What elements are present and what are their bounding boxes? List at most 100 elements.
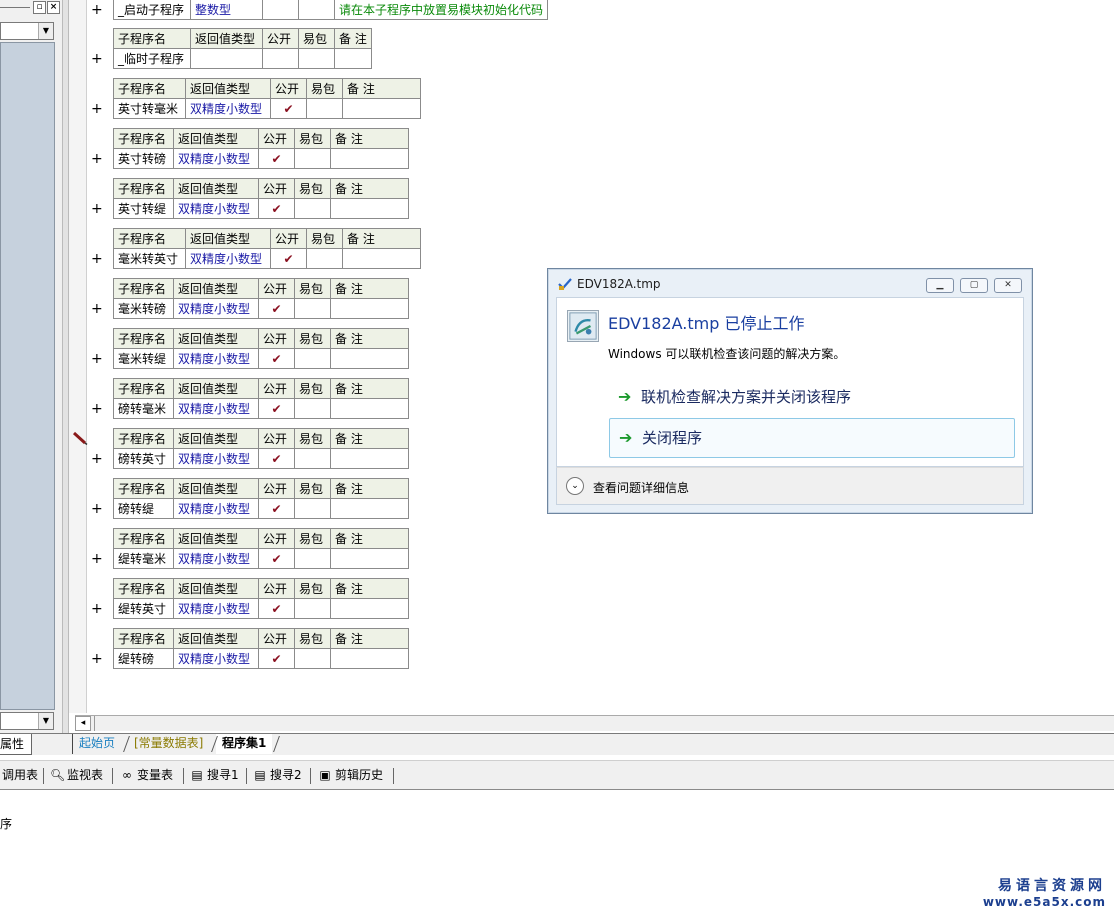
chevron-down-icon[interactable]: ▼ <box>38 23 53 39</box>
expand-icon[interactable]: + <box>91 652 103 666</box>
cell-pack[interactable] <box>294 648 331 669</box>
expand-icon[interactable]: + <box>91 252 103 266</box>
cell-note[interactable] <box>342 248 421 269</box>
cell-public[interactable]: ✔ <box>258 548 295 569</box>
cell-public[interactable]: ✔ <box>270 98 307 119</box>
cell-public[interactable]: ✔ <box>258 348 295 369</box>
cell-name[interactable]: 英寸转毫米 <box>113 98 186 119</box>
cell-name[interactable]: 缇转磅 <box>113 648 174 669</box>
cell-pack[interactable] <box>298 48 335 69</box>
cell-pack[interactable] <box>306 248 343 269</box>
output-panel[interactable]: 序 易语言资源网 www.e5a5x.com <box>0 791 1114 915</box>
cell-name[interactable]: _启动子程序 <box>113 0 191 20</box>
subroutine-table[interactable]: 子程序名 返回值类型 公开 易包备 注毫米转磅 双精度小数型 ✔ <box>113 278 409 319</box>
subroutine-table[interactable]: 子程序名 返回值类型 公开 易包备 注毫米转英寸 双精度小数型 ✔ <box>113 228 421 269</box>
check-online-button[interactable]: ➔ 联机检查解决方案并关闭该程序 <box>609 378 1015 418</box>
minimize-icon[interactable]: ▁ <box>926 278 954 293</box>
subroutine-table[interactable]: 子程序名 返回值类型 公开 易包备 注缇转磅 双精度小数型 ✔ <box>113 628 409 669</box>
close-program-button[interactable]: ➔ 关闭程序 <box>609 418 1015 458</box>
cell-return-type[interactable]: 双精度小数型 <box>173 148 259 169</box>
cell-return-type[interactable]: 双精度小数型 <box>173 548 259 569</box>
subroutine-table[interactable]: 子程序名 返回值类型 公开 易包备 注缇转毫米 双精度小数型 ✔ <box>113 528 409 569</box>
cell-return-type[interactable]: 双精度小数型 <box>173 348 259 369</box>
tab-start-page[interactable]: 起始页 <box>72 734 121 754</box>
subroutine-table[interactable]: 子程序名 返回值类型 公开 易包备 注磅转毫米 双精度小数型 ✔ <box>113 378 409 419</box>
cell-note[interactable] <box>334 48 372 69</box>
cell-name[interactable]: 磅转英寸 <box>113 448 174 469</box>
chevron-down-icon[interactable]: ⌄ <box>566 477 584 495</box>
close-icon[interactable]: ✕ <box>994 278 1022 293</box>
expand-icon[interactable]: + <box>91 352 103 366</box>
restore-icon[interactable]: ▫ <box>33 1 46 14</box>
search1-button[interactable]: ▤ 搜寻1 <box>190 767 238 785</box>
cell-note[interactable] <box>330 348 409 369</box>
cell-name[interactable]: _临时子程序 <box>113 48 191 69</box>
watch-table-button[interactable]: 🔍︎ 监视表 <box>50 767 103 785</box>
cell-name[interactable]: 英寸转缇 <box>113 198 174 219</box>
cell-name[interactable]: 磅转毫米 <box>113 398 174 419</box>
cell-public[interactable]: ✔ <box>258 648 295 669</box>
chevron-down-icon[interactable]: ▼ <box>38 713 53 729</box>
expand-icon[interactable]: + <box>91 552 103 566</box>
cell-public[interactable] <box>262 0 299 20</box>
cell-pack[interactable] <box>294 298 331 319</box>
cell-return-type[interactable]: 双精度小数型 <box>173 448 259 469</box>
call-table-button[interactable]: 调用表 <box>2 767 38 785</box>
subroutine-table[interactable]: 子程序名 返回值类型 公开 易包备 注磅转英寸 双精度小数型 ✔ <box>113 428 409 469</box>
expand-icon[interactable]: + <box>91 602 103 616</box>
cell-note[interactable] <box>330 498 409 519</box>
cell-note[interactable] <box>330 398 409 419</box>
horizontal-scrollbar[interactable]: ◂ <box>75 715 1114 731</box>
expand-icon[interactable]: + <box>91 152 103 166</box>
expand-icon[interactable]: + <box>91 52 103 66</box>
subroutine-table[interactable]: 子程序名 返回值类型 公开 易包备 注毫米转缇 双精度小数型 ✔ <box>113 328 409 369</box>
splitter[interactable] <box>62 0 69 735</box>
tab-program-set[interactable]: 程序集1 <box>216 734 273 754</box>
cell-note[interactable] <box>342 98 421 119</box>
cell-return-type[interactable] <box>190 48 263 69</box>
tab-constants[interactable]: [常量数据表] <box>128 734 209 754</box>
cell-public[interactable] <box>262 48 299 69</box>
expand-icon[interactable]: + <box>91 102 103 116</box>
cell-public[interactable]: ✔ <box>258 498 295 519</box>
cell-pack[interactable] <box>294 148 331 169</box>
cell-name[interactable]: 缇转毫米 <box>113 548 174 569</box>
cell-note[interactable] <box>330 148 409 169</box>
cell-note[interactable]: 请在本子程序中放置易模块初始化代码 <box>333 0 549 20</box>
cell-pack[interactable] <box>294 548 331 569</box>
expand-icon[interactable]: + <box>91 402 103 416</box>
cell-return-type[interactable]: 双精度小数型 <box>173 198 259 219</box>
cell-public[interactable]: ✔ <box>258 598 295 619</box>
scroll-left-icon[interactable]: ◂ <box>75 716 91 731</box>
cell-public[interactable]: ✔ <box>270 248 307 269</box>
cell-pack[interactable] <box>294 198 331 219</box>
property-selector[interactable]: ▼ <box>0 712 54 730</box>
subroutine-table[interactable]: 子程序名 返回值类型 公开 易包备 注磅转缇 双精度小数型 ✔ <box>113 478 409 519</box>
cell-pack[interactable] <box>298 0 335 20</box>
expand-icon[interactable]: + <box>91 452 103 466</box>
cell-name[interactable]: 毫米转磅 <box>113 298 174 319</box>
expand-icon[interactable]: + <box>91 3 103 17</box>
cell-pack[interactable] <box>294 348 331 369</box>
cell-pack[interactable] <box>294 448 331 469</box>
cell-name[interactable]: 毫米转英寸 <box>113 248 186 269</box>
cell-return-type[interactable]: 双精度小数型 <box>173 598 259 619</box>
startup-subroutine-table[interactable]: _启动子程序 整数型 请在本子程序中放置易模块初始化代码 <box>113 0 549 20</box>
cell-pack[interactable] <box>306 98 343 119</box>
expand-icon[interactable]: + <box>91 302 103 316</box>
cell-name[interactable]: 磅转缇 <box>113 498 174 519</box>
search2-button[interactable]: ▤ 搜寻2 <box>253 767 301 785</box>
cell-return-type[interactable]: 双精度小数型 <box>173 298 259 319</box>
view-details-link[interactable]: 查看问题详细信息 <box>593 479 689 496</box>
cell-return-type[interactable]: 双精度小数型 <box>185 98 271 119</box>
tab-properties[interactable]: 属性 <box>0 734 32 755</box>
cell-return-type[interactable]: 整数型 <box>190 0 263 20</box>
cell-public[interactable]: ✔ <box>258 398 295 419</box>
cell-note[interactable] <box>330 548 409 569</box>
cell-pack[interactable] <box>294 598 331 619</box>
cell-pack[interactable] <box>294 398 331 419</box>
close-icon[interactable]: × <box>47 1 60 14</box>
property-list[interactable] <box>0 42 55 710</box>
expand-icon[interactable]: + <box>91 202 103 216</box>
maximize-icon[interactable]: ▢ <box>960 278 988 293</box>
